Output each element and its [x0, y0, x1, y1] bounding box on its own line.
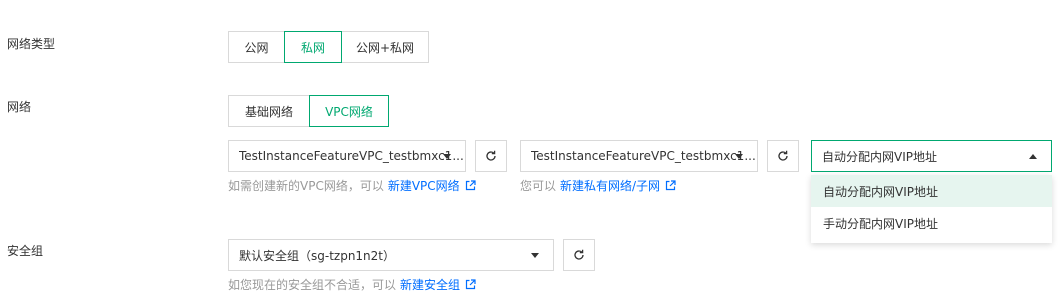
vpc-hint-text: 如需创建新的VPC网络，可以 [228, 179, 384, 193]
network-option-basic[interactable]: 基础网络 [228, 95, 310, 127]
vip-option-auto[interactable]: 自动分配内网VIP地址 [811, 175, 1052, 207]
subnet-hint: 您可以 新建私有网络/子网 [520, 177, 676, 194]
create-subnet-link[interactable]: 新建私有网络/子网 [560, 177, 676, 194]
security-group-hint: 如您现在的安全组不合适，可以 新建安全组 [228, 276, 476, 293]
network-segmented: 基础网络 VPC网络 [228, 95, 389, 127]
caret-down-icon [443, 154, 451, 159]
refresh-icon [778, 150, 788, 161]
create-security-group-link[interactable]: 新建安全组 [400, 276, 476, 293]
network-type-option-public-private[interactable]: 公网+私网 [341, 31, 429, 63]
vpc-refresh-button[interactable] [475, 140, 507, 172]
security-group-refresh-button[interactable] [563, 239, 595, 271]
network-type-segmented: 公网 私网 公网+私网 [228, 31, 429, 63]
create-vpc-link[interactable]: 新建VPC网络 [388, 177, 476, 194]
network-option-vpc[interactable]: VPC网络 [309, 95, 389, 127]
vpc-select[interactable]: TestInstanceFeatureVPC_testbmxc1... [228, 140, 466, 172]
subnet-select[interactable]: TestInstanceFeatureVPC_testbmxc1... [520, 140, 758, 172]
vpc-select-value: TestInstanceFeatureVPC_testbmxc1... [239, 149, 464, 163]
vip-select-value: 自动分配内网VIP地址 [822, 149, 937, 164]
create-subnet-link-label: 新建私有网络/子网 [560, 179, 661, 193]
subnet-hint-text: 您可以 [520, 179, 557, 193]
create-security-group-link-label: 新建安全组 [400, 278, 461, 292]
caret-down-icon [531, 253, 539, 258]
create-vpc-link-label: 新建VPC网络 [387, 179, 460, 193]
refresh-icon [486, 150, 496, 161]
network-type-option-private[interactable]: 私网 [284, 31, 342, 63]
vip-select[interactable]: 自动分配内网VIP地址 [811, 140, 1052, 172]
caret-up-icon [1029, 154, 1037, 159]
vip-option-manual[interactable]: 手动分配内网VIP地址 [811, 207, 1052, 239]
security-group-select[interactable]: 默认安全组（sg-tzpn1n2t） [228, 239, 554, 271]
external-link-icon [665, 180, 676, 191]
security-group-select-value: 默认安全组（sg-tzpn1n2t） [239, 248, 396, 263]
subnet-select-value: TestInstanceFeatureVPC_testbmxc1... [531, 149, 756, 163]
external-link-icon [465, 279, 476, 290]
vip-dropdown-menu: 自动分配内网VIP地址 手动分配内网VIP地址 [811, 175, 1052, 243]
network-type-option-public[interactable]: 公网 [228, 31, 285, 63]
subnet-refresh-button[interactable] [767, 140, 799, 172]
network-type-label: 网络类型 [7, 37, 56, 51]
external-link-icon [465, 180, 476, 191]
network-label: 网络 [7, 100, 32, 114]
caret-down-icon [735, 154, 743, 159]
security-group-hint-text: 如您现在的安全组不合适，可以 [228, 278, 397, 292]
security-group-label: 安全组 [7, 244, 44, 258]
refresh-icon [574, 249, 584, 260]
vpc-hint: 如需创建新的VPC网络，可以 新建VPC网络 [228, 177, 476, 194]
